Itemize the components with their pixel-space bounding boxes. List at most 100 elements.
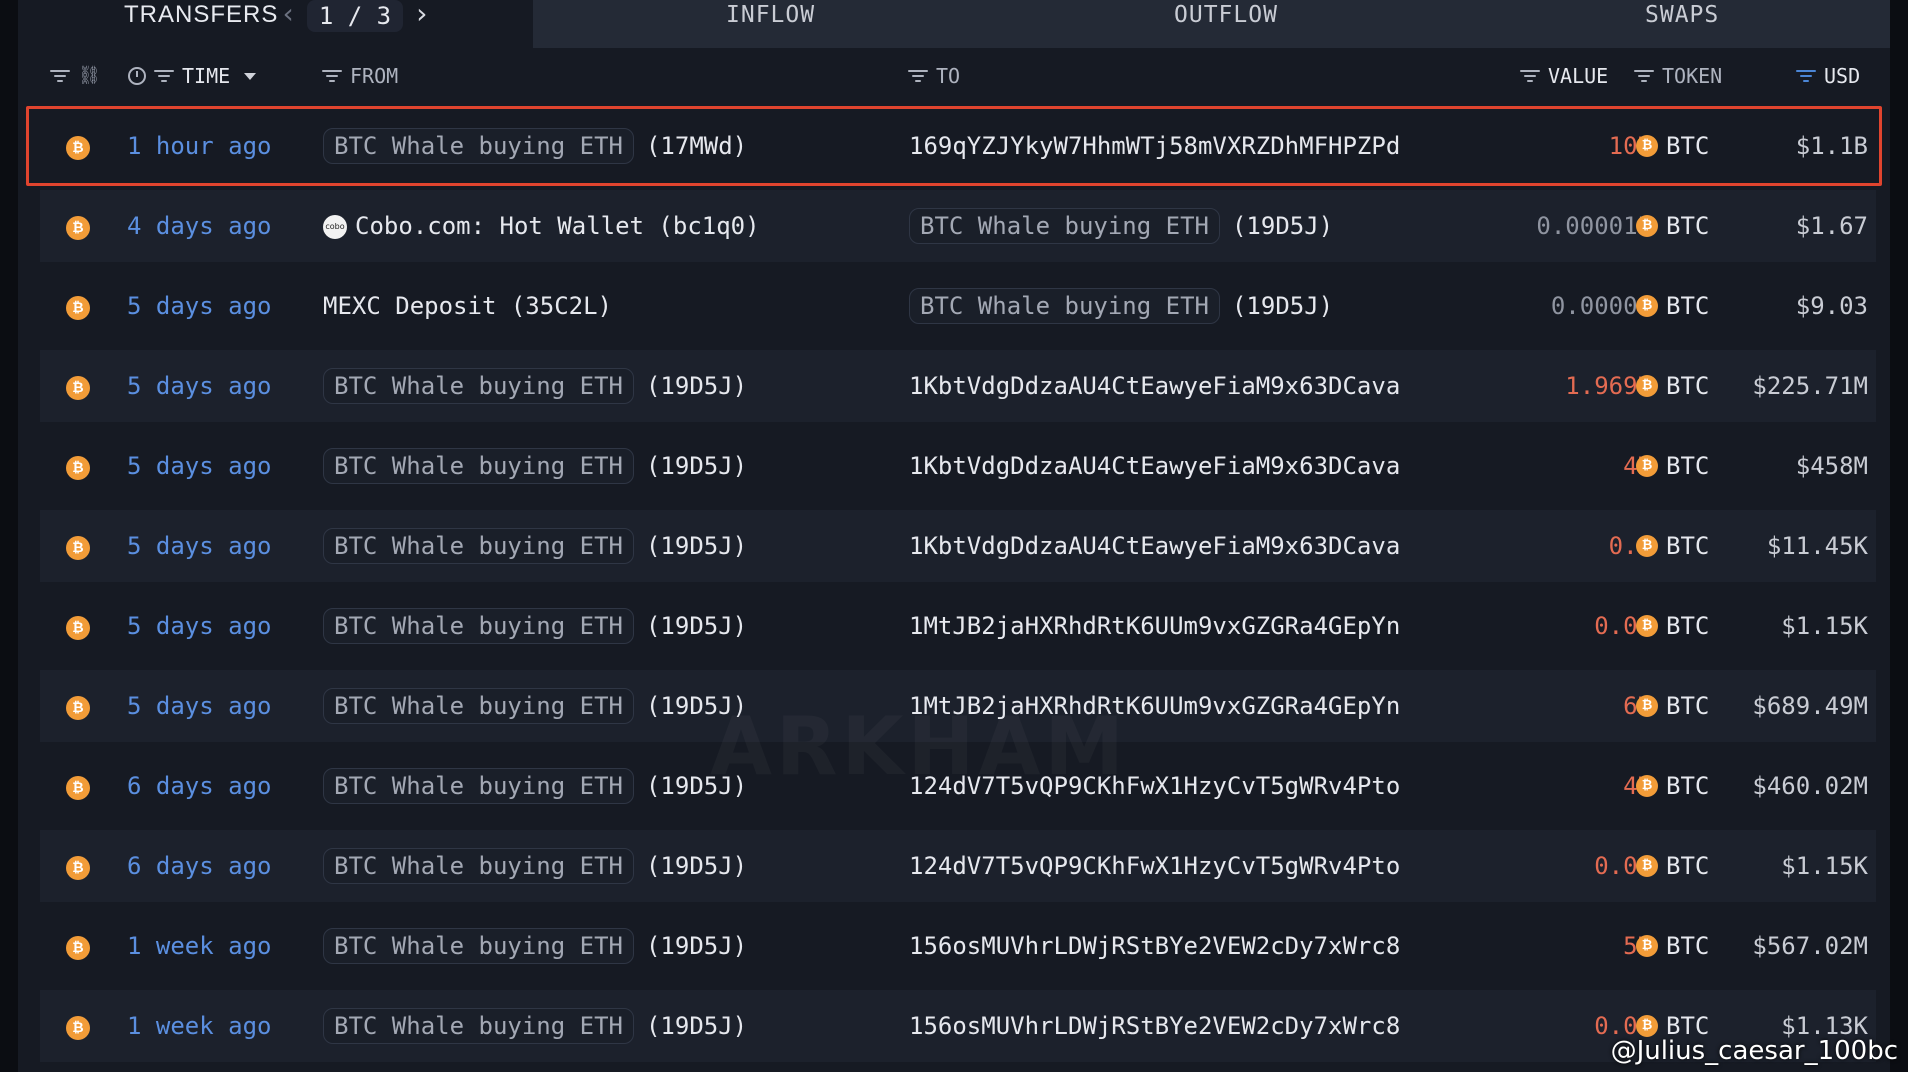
from-entity-tag[interactable]: BTC Whale buying ETH (323, 448, 634, 484)
time-link[interactable]: 1 week ago (127, 910, 272, 982)
from-address[interactable]: BTC Whale buying ETH (19D5J) (323, 350, 747, 422)
from-address[interactable]: MEXC Deposit (35C2L) (323, 270, 612, 342)
header-token[interactable]: TOKEN (1634, 58, 1722, 94)
time-link[interactable]: 6 days ago (127, 830, 272, 902)
time-link[interactable]: 4 days ago (127, 190, 272, 262)
from-address[interactable]: BTC Whale buying ETH (19D5J) (323, 510, 747, 582)
to-address[interactable]: 156osMUVhrLDWjRStBYe2VEW2cDy7xWrc8 (909, 990, 1400, 1062)
from-short-address: (19D5J) (645, 532, 748, 560)
time-link[interactable]: 5 days ago (127, 350, 272, 422)
to-address[interactable]: 124dV7T5vQP9CKhFwX1HzyCvT5gWRv4Pto (909, 830, 1400, 902)
tab-outflow[interactable]: OUTFLOW (1174, 0, 1278, 30)
header-to[interactable]: TO (908, 58, 960, 94)
from-entity-tag[interactable]: BTC Whale buying ETH (323, 608, 634, 644)
clock-icon (128, 67, 146, 85)
time-link[interactable]: 5 days ago (127, 670, 272, 742)
table-row[interactable]: ₿ 4 days ago cobo Cobo.com: Hot Wallet (bc1… (40, 190, 1876, 262)
usd-amount: $1.15K (1781, 852, 1868, 880)
table-row[interactable]: ₿ 5 days ago BTC Whale buying ETH (19D5J) 1K… (40, 510, 1876, 582)
time-link[interactable]: 5 days ago (127, 430, 272, 502)
to-address[interactable]: 1MtJB2jaHXRhdRtK6UUm9vxGZGRa4GEpYn (909, 590, 1400, 662)
token-symbol: BTC (1666, 452, 1710, 480)
table-row[interactable]: ₿ 1 week ago BTC Whale buying ETH (19D5J) 15… (40, 990, 1876, 1062)
time-link[interactable]: 1 week ago (127, 990, 272, 1062)
tab-transfers[interactable]: TRANSFERS ‹ 1 / 3 › (18, 0, 533, 48)
to-entity-tag[interactable]: BTC Whale buying ETH (909, 288, 1220, 324)
bitcoin-icon: ₿ (66, 216, 90, 240)
filter-icon[interactable] (1520, 69, 1540, 83)
table-row[interactable]: ₿ 1 week ago BTC Whale buying ETH (19D5J) 15… (40, 910, 1876, 982)
link-icon[interactable]: ⛓ (78, 58, 101, 94)
token-cell[interactable]: ₿ BTC (1636, 430, 1709, 502)
from-address[interactable]: BTC Whale buying ETH (19D5J) (323, 670, 747, 742)
from-entity-tag[interactable]: BTC Whale buying ETH (323, 368, 634, 404)
from-address[interactable]: cobo Cobo.com: Hot Wallet (bc1q0) (323, 190, 760, 262)
token-cell[interactable]: ₿ BTC (1636, 190, 1709, 262)
token-cell[interactable]: ₿ BTC (1636, 510, 1709, 582)
table-row[interactable]: ₿ 6 days ago BTC Whale buying ETH (19D5J) 12… (40, 830, 1876, 902)
token-cell[interactable]: ₿ BTC (1636, 830, 1709, 902)
to-short-address: (19D5J) (1231, 292, 1334, 320)
usd-amount: $689.49M (1752, 692, 1868, 720)
from-entity-tag[interactable]: BTC Whale buying ETH (323, 848, 634, 884)
usd-amount: $225.71M (1752, 372, 1868, 400)
table-row[interactable]: ₿ 5 days ago BTC Whale buying ETH (19D5J) 1K… (40, 350, 1876, 422)
table-row[interactable]: ₿ 5 days ago BTC Whale buying ETH (19D5J) 1K… (40, 430, 1876, 502)
from-entity-tag[interactable]: BTC Whale buying ETH (323, 688, 634, 724)
from-entity-tag[interactable]: BTC Whale buying ETH (323, 528, 634, 564)
chevron-right-icon[interactable]: › (413, 0, 430, 28)
header-usd[interactable]: USD (1796, 58, 1860, 94)
filter-icon[interactable] (1796, 69, 1816, 83)
header-value[interactable]: VALUE (1520, 58, 1608, 94)
token-cell[interactable]: ₿ BTC (1636, 590, 1709, 662)
from-entity-tag[interactable]: BTC Whale buying ETH (323, 768, 634, 804)
token-cell[interactable]: ₿ BTC (1636, 270, 1709, 342)
token-cell[interactable]: ₿ BTC (1636, 670, 1709, 742)
from-address[interactable]: BTC Whale buying ETH (19D5J) (323, 910, 747, 982)
from-address[interactable]: BTC Whale buying ETH (19D5J) (323, 430, 747, 502)
to-address[interactable]: 1KbtVdgDdzaAU4CtEawyeFiaM9x63DCava (909, 350, 1400, 422)
chevron-left-icon[interactable]: ‹ (280, 0, 297, 28)
pagination: ‹ 1 / 3 › (280, 0, 430, 38)
tab-swaps[interactable]: SWAPS (1645, 0, 1719, 30)
tab-inflow[interactable]: INFLOW (726, 0, 815, 30)
time-link[interactable]: 5 days ago (127, 270, 272, 342)
usd-amount: $1.15K (1781, 612, 1868, 640)
to-address[interactable]: 156osMUVhrLDWjRStBYe2VEW2cDy7xWrc8 (909, 910, 1400, 982)
token-symbol: BTC (1666, 852, 1710, 880)
to-address[interactable]: 1KbtVdgDdzaAU4CtEawyeFiaM9x63DCava (909, 430, 1400, 502)
token-cell[interactable]: ₿ BTC (1636, 750, 1709, 822)
table-row[interactable]: ₿ 5 days ago MEXC Deposit (35C2L) BTC Whale… (40, 270, 1876, 342)
from-entity-tag[interactable]: BTC Whale buying ETH (323, 1008, 634, 1044)
table-row[interactable]: ₿ 5 days ago BTC Whale buying ETH (19D5J) 1M… (40, 590, 1876, 662)
bitcoin-icon: ₿ (1636, 455, 1658, 477)
to-entity-tag[interactable]: BTC Whale buying ETH (909, 208, 1220, 244)
from-address[interactable]: BTC Whale buying ETH (19D5J) (323, 990, 747, 1062)
from-address[interactable]: BTC Whale buying ETH (19D5J) (323, 830, 747, 902)
value-amount: 0.1 (1608, 532, 1652, 560)
to-address[interactable]: BTC Whale buying ETH (19D5J) (909, 190, 1333, 262)
cobo-logo-icon: cobo (323, 215, 347, 239)
from-address[interactable]: BTC Whale buying ETH (19D5J) (323, 590, 747, 662)
bitcoin-icon: ₿ (66, 856, 90, 880)
chevron-down-icon[interactable] (244, 72, 257, 80)
usd-amount: $1.67 (1795, 212, 1868, 240)
filter-icon[interactable] (908, 69, 928, 83)
time-link[interactable]: 5 days ago (127, 590, 272, 662)
filter-icon[interactable] (322, 69, 342, 83)
filter-icon[interactable] (1634, 69, 1654, 83)
from-entity-tag[interactable]: BTC Whale buying ETH (323, 928, 634, 964)
filter-icon[interactable] (154, 69, 174, 83)
token-cell[interactable]: ₿ BTC (1636, 910, 1709, 982)
from-address[interactable]: BTC Whale buying ETH (19D5J) (323, 750, 747, 822)
usd-amount: $458M (1795, 452, 1868, 480)
header-time[interactable]: TIME (128, 58, 257, 94)
to-address[interactable]: BTC Whale buying ETH (19D5J) (909, 270, 1333, 342)
filter-icon[interactable] (50, 69, 70, 83)
time-link[interactable]: 6 days ago (127, 750, 272, 822)
to-address[interactable]: 1KbtVdgDdzaAU4CtEawyeFiaM9x63DCava (909, 510, 1400, 582)
highlight-box (26, 106, 1882, 186)
header-from[interactable]: FROM (322, 58, 398, 94)
token-cell[interactable]: ₿ BTC (1636, 350, 1709, 422)
time-link[interactable]: 5 days ago (127, 510, 272, 582)
